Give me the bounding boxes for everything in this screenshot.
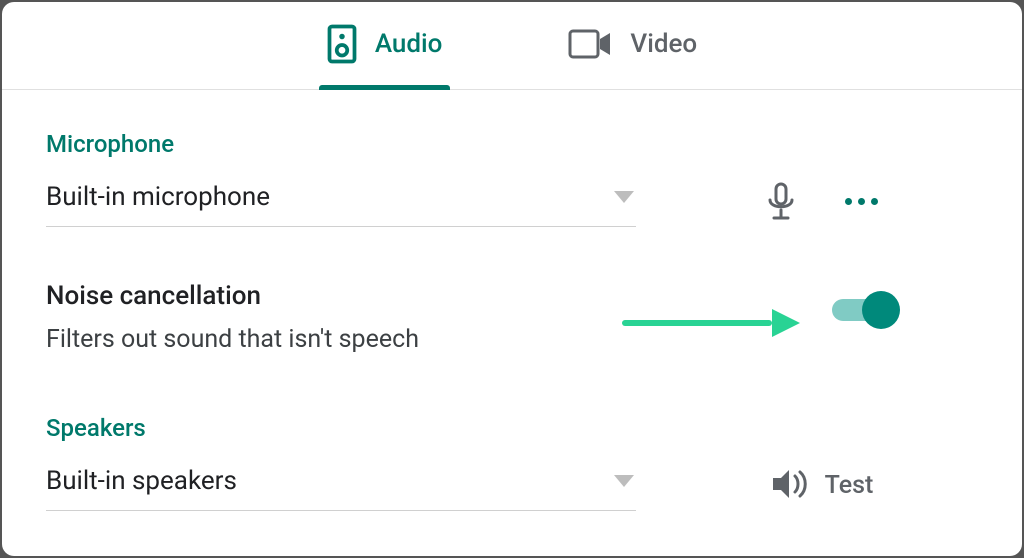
speakers-section: Speakers Built-in speakers xyxy=(46,414,978,511)
speakers-actions: Test xyxy=(666,468,978,504)
arrow-line xyxy=(622,320,772,326)
speakers-header: Speakers xyxy=(46,414,978,442)
toggle-knob xyxy=(862,291,900,329)
tab-video[interactable]: Video xyxy=(560,20,705,90)
microphone-row: Built-in microphone xyxy=(46,176,978,227)
microphone-icon[interactable] xyxy=(767,182,795,222)
noise-cancellation-title: Noise cancellation xyxy=(46,281,636,311)
video-camera-icon xyxy=(568,29,612,59)
chevron-down-icon xyxy=(614,475,634,487)
more-options-button[interactable] xyxy=(845,198,878,205)
chevron-down-icon xyxy=(614,191,634,203)
tab-audio-label: Audio xyxy=(375,29,443,59)
speaker-icon xyxy=(327,24,357,64)
more-dots-icon xyxy=(845,198,878,205)
arrow-head-icon xyxy=(772,309,800,337)
microphone-header: Microphone xyxy=(46,130,978,158)
speakers-select[interactable]: Built-in speakers xyxy=(46,460,636,511)
test-speakers-button[interactable]: Test xyxy=(771,468,874,504)
test-label: Test xyxy=(825,471,874,500)
noise-cancellation-description: Filters out sound that isn't speech xyxy=(46,325,636,354)
content-area: Microphone Built-in microphone xyxy=(2,90,1022,511)
tabs-bar: Audio Video xyxy=(2,2,1022,90)
noise-cancellation-row: Noise cancellation Filters out sound tha… xyxy=(46,281,978,354)
annotation-arrow xyxy=(622,309,800,337)
tab-audio[interactable]: Audio xyxy=(319,20,451,90)
speakers-selected-value: Built-in speakers xyxy=(46,466,237,496)
noise-cancellation-text: Noise cancellation Filters out sound tha… xyxy=(46,281,636,354)
microphone-actions xyxy=(666,182,978,222)
microphone-select[interactable]: Built-in microphone xyxy=(46,176,636,227)
microphone-selected-value: Built-in microphone xyxy=(46,182,270,212)
noise-cancellation-toggle[interactable] xyxy=(832,299,892,321)
settings-dialog: Audio Video Microphone Built-in micropho… xyxy=(2,2,1022,556)
speakers-row: Built-in speakers Test xyxy=(46,460,978,511)
sound-icon xyxy=(771,468,807,504)
tab-video-label: Video xyxy=(630,29,697,59)
